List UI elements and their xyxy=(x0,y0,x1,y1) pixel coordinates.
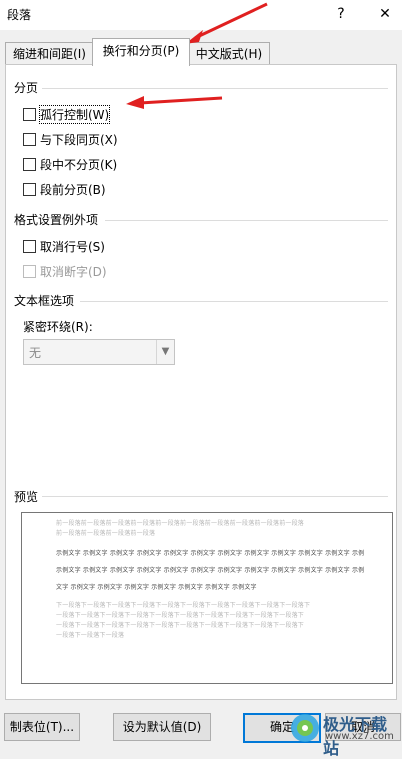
logo-icon xyxy=(291,714,319,742)
keep-with-next-checkbox[interactable]: 与下段同页(X) xyxy=(23,130,118,148)
tab-label: 缩进和间距(I) xyxy=(13,47,86,61)
preview-sample-line: 文字 示例文字 示例文字 示例文字 示例文字 示例文字 示例文字 示例文字 xyxy=(56,584,257,591)
watermark-logo: 极光下载站 www.xz7.com xyxy=(283,708,402,758)
tab-line-page-breaks[interactable]: 换行和分页(P) xyxy=(92,38,190,66)
set-default-button[interactable]: 设为默认值(D) xyxy=(113,713,211,741)
checkbox-box[interactable] xyxy=(23,182,36,196)
widow-control-checkbox[interactable]: 孤行控制(W) xyxy=(23,104,111,124)
checkbox-box[interactable] xyxy=(23,157,36,171)
page-break-before-checkbox[interactable]: 段前分页(B) xyxy=(23,180,106,198)
keep-lines-together-checkbox[interactable]: 段中不分页(K) xyxy=(23,155,117,173)
dialog-title: 段落 xyxy=(7,8,32,22)
annotation-arrow-icon xyxy=(185,2,268,44)
divider xyxy=(80,301,388,302)
preview-next-line: 一段落下一段落下一段落 xyxy=(56,632,125,639)
textbox-heading: 文本框选项 xyxy=(14,294,75,308)
suppress-line-numbers-checkbox[interactable]: 取消行号(S) xyxy=(23,237,105,255)
keep-lines-together-label: 段中不分页(K) xyxy=(40,157,118,172)
preview-next-line: 一段落下一段落下一段落下一段落下一段落下一段落下一段落下一段落下一段落下一段落下 xyxy=(56,612,305,619)
preview-sample-line: 示例文字 示例文字 示例文字 示例文字 示例文字 示例文字 示例文字 示例文字 … xyxy=(56,567,365,574)
preview-next-line: 下一段落下一段落下一段落下一段落下一段落下一段落下一段落下一段落下一段落下一段落… xyxy=(56,602,311,609)
checkbox-box[interactable] xyxy=(23,107,36,121)
page-break-before-label: 段前分页(B) xyxy=(40,182,106,197)
exceptions-heading: 格式设置例外项 xyxy=(14,213,99,227)
tight-wrap-select: 无 ▼ xyxy=(23,339,175,365)
tab-panel: 分页 孤行控制(W) 与下段同页(X) 段中不分页(K) 段前分页(B) 格式设… xyxy=(5,64,397,700)
divider xyxy=(42,496,388,497)
tight-wrap-value: 无 xyxy=(29,346,42,360)
divider xyxy=(105,220,388,221)
tabs-button[interactable]: 制表位(T)... xyxy=(4,713,80,741)
checkbox-box[interactable] xyxy=(23,132,36,146)
widow-control-label: 孤行控制(W) xyxy=(38,104,111,124)
checkbox-box xyxy=(23,264,36,278)
close-button[interactable]: ✕ xyxy=(372,3,398,25)
tight-wrap-label: 紧密环绕(R): xyxy=(23,320,93,334)
annotation-arrow-icon xyxy=(126,96,223,109)
divider xyxy=(42,88,388,89)
no-hyphenation-checkbox: 取消断字(D) xyxy=(23,262,107,280)
tab-indent-spacing[interactable]: 缩进和间距(I) xyxy=(5,42,94,65)
preview-box: 前一段落前一段落前一段落前一段落前一段落前一段落前一段落前一段落前一段落前一段落… xyxy=(21,512,393,684)
tab-label: 换行和分页(P) xyxy=(102,44,180,58)
preview-sample-line: 示例文字 示例文字 示例文字 示例文字 示例文字 示例文字 示例文字 示例文字 … xyxy=(56,550,365,557)
watermark-url: www.xz7.com xyxy=(325,731,394,742)
preview-heading: 预览 xyxy=(14,490,39,504)
checkbox-box[interactable] xyxy=(23,239,36,253)
help-button[interactable]: ? xyxy=(328,3,354,25)
pagination-heading: 分页 xyxy=(14,81,39,95)
preview-next-line: 一段落下一段落下一段落下一段落下一段落下一段落下一段落下一段落下一段落下一段落下 xyxy=(56,622,305,629)
keep-with-next-label: 与下段同页(X) xyxy=(40,132,118,147)
suppress-line-numbers-label: 取消行号(S) xyxy=(40,239,105,254)
preview-prev-line: 前一段落前一段落前一段落前一段落前一段落前一段落前一段落前一段落前一段落前一段落 xyxy=(56,520,305,527)
no-hyphenation-label: 取消断字(D) xyxy=(40,264,107,279)
chevron-down-icon: ▼ xyxy=(156,340,174,364)
preview-prev-line: 前一段落前一段落前一段落前一段落 xyxy=(56,530,156,537)
